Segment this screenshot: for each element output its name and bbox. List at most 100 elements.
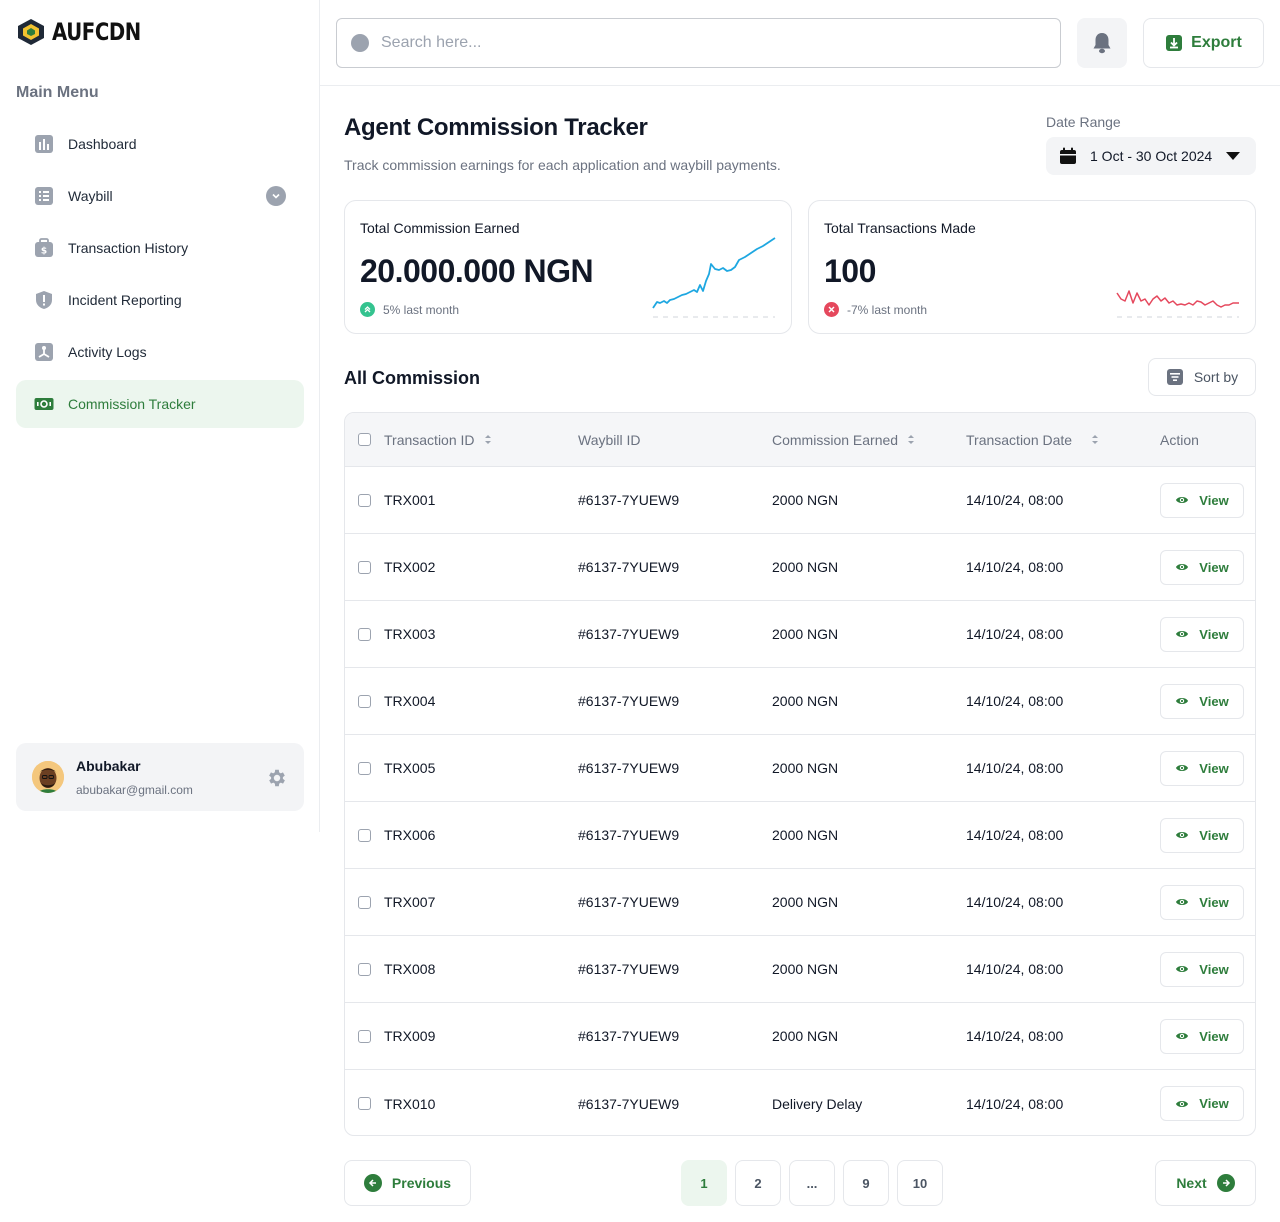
action-cell: View [1160,668,1244,734]
row-checkbox[interactable] [358,962,371,976]
brand-name: AUFCDN [52,18,141,46]
view-label: View [1199,760,1229,776]
row-checkbox[interactable] [358,627,371,641]
select-all-checkbox[interactable] [358,433,371,446]
gear-icon[interactable] [266,767,288,789]
waybill-id-cell: #6137-7YUEW9 [578,894,680,910]
sidebar-item-label: Waybill [68,188,113,204]
transaction-date-cell: 14/10/24, 08:00 [966,1095,1064,1112]
bell-icon [1093,33,1111,54]
column-header-commission-earned[interactable]: Commission Earned [772,413,915,466]
table-row[interactable]: TRX009 #6137-7YUEW9 2000 NGN 14/10/24, 08:0… [345,1003,1255,1070]
view-button[interactable]: View [1160,482,1244,518]
date-range-select[interactable]: 1 Oct - 30 Oct 2024 [1046,137,1256,175]
stat-trend-text: 5% last month [383,302,460,317]
transaction-id-cell: TRX010 [384,1095,436,1112]
row-select-cell [358,668,371,734]
page-button-10[interactable]: 10 [897,1160,943,1206]
sidebar-item-transaction-history[interactable]: $ Transaction History [16,224,304,272]
waybill-icon [34,186,54,206]
row-checkbox[interactable] [358,560,371,574]
view-button[interactable]: View [1160,1018,1244,1054]
transaction-id-cell: TRX002 [384,559,436,575]
column-header-transaction-id[interactable]: Transaction ID [384,413,491,466]
action-cell: View [1160,802,1244,868]
transaction-date-cell: 14/10/24, 08:00 [966,961,1064,977]
table-row[interactable]: TRX006 #6137-7YUEW9 2000 NGN 14/10/24, 08:0… [345,802,1255,869]
topbar: Export [320,0,1280,86]
table-row[interactable]: TRX005 #6137-7YUEW9 2000 NGN 14/10/24, 08:0… [345,735,1255,802]
row-checkbox[interactable] [358,694,371,708]
transaction-id-cell: TRX004 [384,693,436,709]
search-input[interactable] [381,34,1021,52]
row-checkbox[interactable] [358,1029,371,1043]
stat-trend: -7% last month [824,302,927,317]
row-checkbox[interactable] [358,493,371,507]
next-label: Next [1176,1175,1207,1191]
calendar-icon [1060,147,1076,164]
column-header-label: Action [1160,431,1199,448]
arrow-left-icon [363,1174,382,1192]
transaction-date-cell: 14/10/24, 08:00 [966,894,1064,910]
eye-icon [1176,832,1189,838]
stat-trend: 5% last month [360,302,459,317]
date-range-value: 1 Oct - 30 Oct 2024 [1090,148,1213,164]
sidebar-item-dashboard[interactable]: Dashboard [16,120,304,168]
view-button[interactable]: View [1160,616,1244,652]
sort-button[interactable]: Sort by [1148,358,1256,396]
action-cell: View [1160,869,1244,935]
sidebar-item-activity-logs[interactable]: Activity Logs [16,328,304,376]
action-cell: View [1160,936,1244,1002]
stat-card-transactions: Total Transactions Made 100 -7% last mon… [808,200,1256,334]
view-button[interactable]: View [1160,1086,1244,1121]
sidebar: AUFCDN Main Menu Dashboard Waybill $ Tra… [0,0,320,832]
view-label: View [1199,1096,1229,1111]
view-button[interactable]: View [1160,549,1244,585]
previous-page-button[interactable]: Previous [344,1160,471,1206]
table-row[interactable]: TRX002 #6137-7YUEW9 2000 NGN 14/10/24, 08:0… [345,534,1255,601]
page-button-9[interactable]: 9 [843,1160,889,1206]
sort-arrows-icon[interactable] [908,435,915,444]
row-select-cell [358,936,371,1002]
page-button-2[interactable]: 2 [735,1160,781,1206]
sidebar-item-commission-tracker[interactable]: Commission Tracker [16,380,304,428]
chevron-down-icon[interactable] [266,186,286,206]
waybill-id-cell: #6137-7YUEW9 [578,693,680,709]
view-button[interactable]: View [1160,817,1244,853]
row-select-cell [358,869,371,935]
user-profile-card[interactable]: Abubakar abubakar@gmail.com [16,743,304,811]
column-header-transaction-date[interactable]: Transaction Date [966,413,1099,466]
table-row[interactable]: TRX001 #6137-7YUEW9 2000 NGN 14/10/24, 08:0… [345,467,1255,534]
search-box[interactable] [336,18,1061,68]
view-button[interactable]: View [1160,884,1244,920]
page-button-1[interactable]: 1 [681,1160,727,1206]
table-row[interactable]: TRX010 #6137-7YUEW9 Delivery Delay 14/10/24… [345,1070,1255,1135]
arrow-right-icon [1216,1174,1235,1192]
waybill-id-cell: #6137-7YUEW9 [578,760,680,776]
table-row[interactable]: TRX004 #6137-7YUEW9 2000 NGN 14/10/24, 08:0… [345,668,1255,735]
row-checkbox[interactable] [358,828,371,842]
menu-title: Main Menu [16,84,99,101]
row-checkbox[interactable] [358,895,371,909]
row-checkbox[interactable] [358,761,371,775]
table-row[interactable]: TRX007 #6137-7YUEW9 2000 NGN 14/10/24, 08:0… [345,869,1255,936]
sparkline-chart-down [1116,290,1239,318]
next-page-button[interactable]: Next [1155,1160,1256,1206]
sidebar-item-waybill[interactable]: Waybill [16,172,304,220]
row-checkbox[interactable] [358,1097,371,1110]
sort-arrows-icon[interactable] [484,435,491,444]
export-button[interactable]: Export [1143,18,1264,68]
view-button[interactable]: View [1160,683,1244,719]
view-button[interactable]: View [1160,750,1244,786]
view-button[interactable]: View [1160,951,1244,987]
column-header-label: Commission Earned [772,431,899,448]
page-subtitle: Track commission earnings for each appli… [344,157,781,173]
table-row[interactable]: TRX003 #6137-7YUEW9 2000 NGN 14/10/24, 08:0… [345,601,1255,668]
sidebar-item-incident-reporting[interactable]: Incident Reporting [16,276,304,324]
brand-logo[interactable]: AUFCDN [16,18,160,46]
table-row[interactable]: TRX008 #6137-7YUEW9 2000 NGN 14/10/24, 08:0… [345,936,1255,1003]
notifications-button[interactable] [1077,18,1127,68]
export-label: Export [1191,34,1242,51]
sidebar-item-label: Commission Tracker [68,396,196,412]
sort-arrows-icon[interactable] [1092,435,1099,444]
